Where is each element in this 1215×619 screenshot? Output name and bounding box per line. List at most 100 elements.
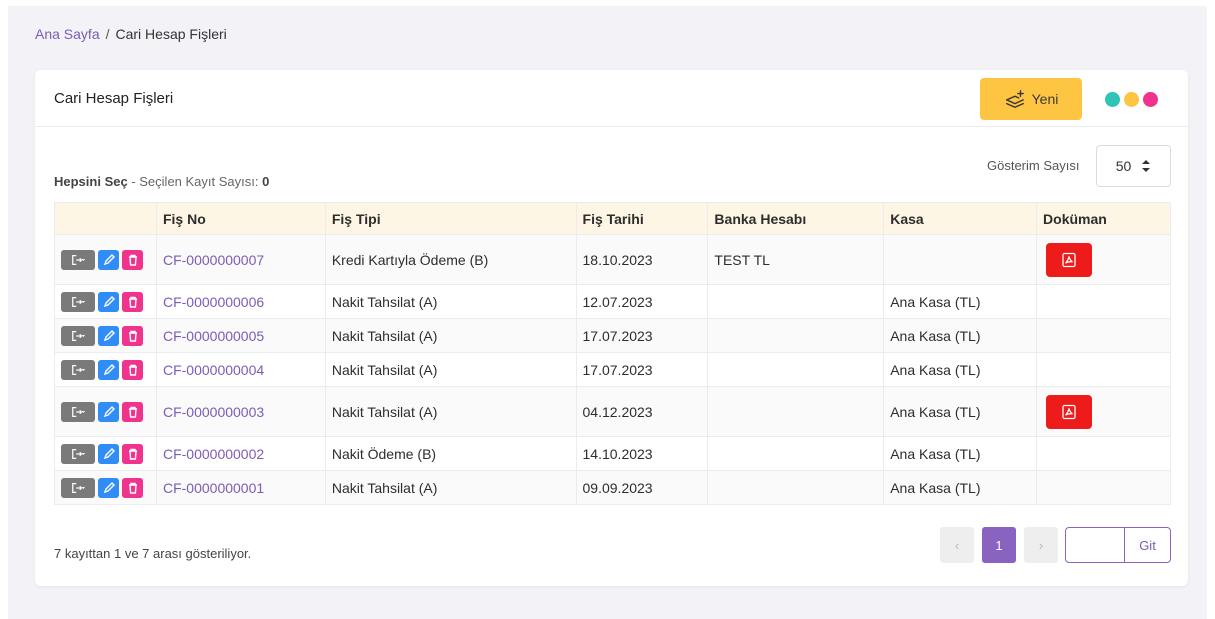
receipts-table: Fiş No Fiş Tipi Fiş Tarihi Banka Hesabı … bbox=[54, 202, 1171, 505]
edit-button[interactable] bbox=[98, 325, 119, 346]
breadcrumb-current: Cari Hesap Fişleri bbox=[115, 26, 227, 42]
export-button[interactable] bbox=[61, 401, 95, 422]
pencil-icon bbox=[103, 295, 115, 307]
new-button-label: Yeni bbox=[1031, 91, 1059, 107]
export-button[interactable] bbox=[61, 249, 95, 270]
fis-no-link[interactable]: CF-0000000005 bbox=[155, 318, 326, 353]
export-button[interactable] bbox=[61, 359, 95, 380]
delete-button[interactable] bbox=[122, 359, 143, 380]
records-info: 7 kayıttan 1 ve 7 arası gösteriliyor. bbox=[54, 546, 252, 561]
dokuman-cell bbox=[1036, 318, 1171, 353]
fis-tarihi-cell: 14.10.2023 bbox=[575, 436, 709, 471]
pdf-download-button[interactable] bbox=[1046, 242, 1093, 277]
fis-no-link[interactable]: CF-0000000004 bbox=[155, 352, 326, 387]
kasa-cell: Ana Kasa (TL) bbox=[883, 386, 1038, 437]
pencil-icon bbox=[103, 253, 115, 265]
theme-dots bbox=[1105, 92, 1158, 107]
new-button[interactable]: Yeni bbox=[980, 78, 1082, 120]
export-icon bbox=[72, 364, 85, 375]
edit-button[interactable] bbox=[98, 291, 119, 312]
column-header-kasa[interactable]: Kasa bbox=[883, 202, 1038, 235]
trash-icon bbox=[128, 364, 137, 376]
table-row: CF-0000000002 Nakit Ödeme (B) 14.10.2023 An… bbox=[54, 436, 1171, 471]
export-icon bbox=[72, 296, 85, 307]
fis-tarihi-cell: 04.12.2023 bbox=[575, 386, 709, 437]
fis-no-link[interactable]: CF-0000000007 bbox=[155, 234, 326, 285]
banka-hesabi-cell: TEST TL bbox=[707, 234, 885, 285]
column-header-fis-no[interactable]: Fiş No bbox=[155, 202, 326, 235]
goto-page: Git bbox=[1065, 527, 1171, 563]
column-header-fis-tipi[interactable]: Fiş Tipi bbox=[324, 202, 577, 235]
fis-no-link[interactable]: CF-0000000001 bbox=[155, 470, 326, 505]
export-button[interactable] bbox=[61, 325, 95, 346]
fis-no-link[interactable]: CF-0000000002 bbox=[155, 436, 326, 471]
banka-hesabi-cell bbox=[707, 386, 885, 437]
goto-page-button[interactable]: Git bbox=[1125, 528, 1170, 562]
fis-tarihi-cell: 09.09.2023 bbox=[575, 470, 709, 505]
breadcrumb-home-link[interactable]: Ana Sayfa bbox=[35, 26, 100, 42]
goto-page-input[interactable] bbox=[1066, 528, 1125, 562]
fis-tipi-cell: Kredi Kartıyla Ödeme (B) bbox=[324, 234, 577, 285]
fis-tipi-cell: Nakit Ödeme (B) bbox=[324, 436, 577, 471]
select-all-link[interactable]: Hepsini Seç bbox=[54, 174, 128, 189]
banka-hesabi-cell bbox=[707, 436, 885, 471]
selection-separator: - bbox=[127, 174, 140, 189]
edit-button[interactable] bbox=[98, 359, 119, 380]
trash-icon bbox=[128, 448, 137, 460]
column-header-banka-hesabi[interactable]: Banka Hesabı bbox=[707, 202, 885, 235]
table-row: CF-0000000004 Nakit Tahsilat (A) 17.07.202… bbox=[54, 352, 1171, 387]
export-button[interactable] bbox=[61, 477, 95, 498]
pdf-download-button[interactable] bbox=[1046, 394, 1093, 429]
dokuman-cell bbox=[1036, 436, 1171, 471]
page-size-select[interactable]: 50 bbox=[1096, 145, 1171, 187]
table-row: CF-0000000005 Nakit Tahsilat (A) 17.07.202… bbox=[54, 318, 1171, 353]
page-background: Ana Sayfa / Cari Hesap Fişleri Cari Hesap … bbox=[8, 6, 1207, 619]
edit-button[interactable] bbox=[98, 443, 119, 464]
theme-dot-teal[interactable] bbox=[1105, 92, 1120, 107]
row-actions-cell bbox=[54, 234, 157, 285]
export-button[interactable] bbox=[61, 291, 95, 312]
banka-hesabi-cell bbox=[707, 284, 885, 319]
trash-icon bbox=[128, 254, 137, 266]
page-1-button[interactable]: 1 bbox=[982, 527, 1016, 563]
fis-no-link[interactable]: CF-0000000006 bbox=[155, 284, 326, 319]
receipts-card: Cari Hesap Fişleri Yeni Hepsini Seç - Se… bbox=[35, 70, 1188, 586]
row-actions-cell bbox=[54, 386, 157, 437]
card-header: Cari Hesap Fişleri Yeni bbox=[35, 70, 1188, 127]
row-actions-cell bbox=[54, 352, 157, 387]
pdf-icon bbox=[1062, 404, 1076, 419]
pencil-icon bbox=[103, 329, 115, 341]
delete-button[interactable] bbox=[122, 443, 143, 464]
export-button[interactable] bbox=[61, 443, 95, 464]
pencil-icon bbox=[103, 363, 115, 375]
next-page-button[interactable]: › bbox=[1024, 527, 1058, 563]
delete-button[interactable] bbox=[122, 249, 143, 270]
delete-button[interactable] bbox=[122, 477, 143, 498]
edit-button[interactable] bbox=[98, 249, 119, 270]
edit-button[interactable] bbox=[98, 477, 119, 498]
fis-tarihi-cell: 17.07.2023 bbox=[575, 318, 709, 353]
kasa-cell: Ana Kasa (TL) bbox=[883, 284, 1038, 319]
pagination: ‹ 1 › bbox=[940, 527, 1058, 563]
theme-dot-pink[interactable] bbox=[1143, 92, 1158, 107]
delete-button[interactable] bbox=[122, 401, 143, 422]
fis-tipi-cell: Nakit Tahsilat (A) bbox=[324, 386, 577, 437]
column-header-fis-tarihi[interactable]: Fiş Tarihi bbox=[575, 202, 709, 235]
dokuman-cell bbox=[1036, 386, 1171, 437]
delete-button[interactable] bbox=[122, 325, 143, 346]
banka-hesabi-cell bbox=[707, 352, 885, 387]
prev-page-button[interactable]: ‹ bbox=[940, 527, 974, 563]
edit-button[interactable] bbox=[98, 401, 119, 422]
export-icon bbox=[72, 406, 85, 417]
column-header-actions bbox=[54, 202, 157, 235]
selected-count: 0 bbox=[262, 174, 270, 189]
pencil-icon bbox=[103, 405, 115, 417]
theme-dot-yellow[interactable] bbox=[1124, 92, 1139, 107]
pencil-icon bbox=[103, 447, 115, 459]
banka-hesabi-cell bbox=[707, 318, 885, 353]
dokuman-cell bbox=[1036, 284, 1171, 319]
fis-no-link[interactable]: CF-0000000003 bbox=[155, 386, 326, 437]
dokuman-cell bbox=[1036, 352, 1171, 387]
delete-button[interactable] bbox=[122, 291, 143, 312]
pdf-icon bbox=[1062, 252, 1076, 267]
